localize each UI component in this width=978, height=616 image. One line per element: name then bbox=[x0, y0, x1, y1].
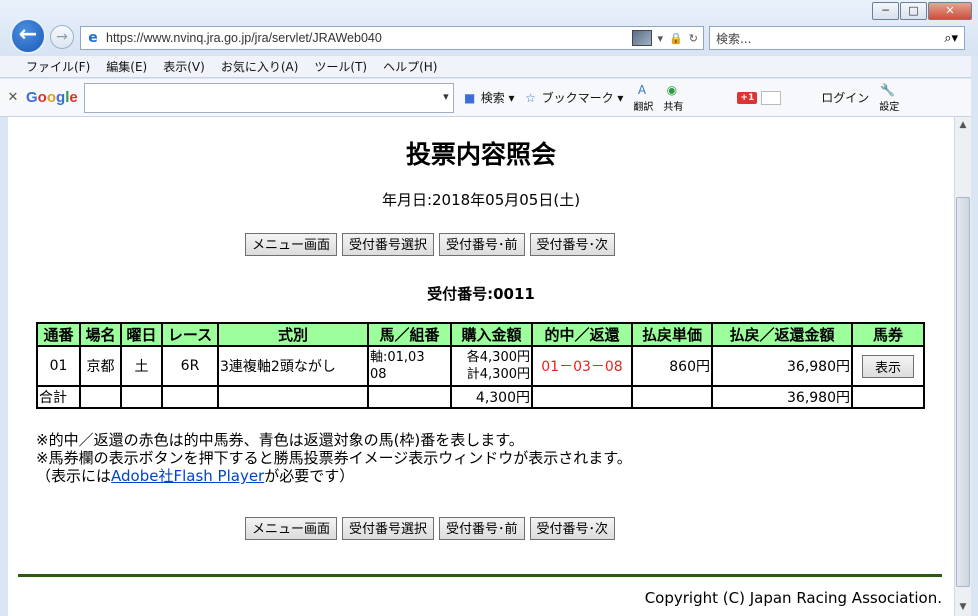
copyright: Copyright (C) Japan Racing Association. bbox=[644, 589, 942, 607]
cell-payout: 36,980円 bbox=[711, 345, 853, 387]
flash-note: （表示にはAdobe社Flash Playerが必要です） bbox=[36, 467, 355, 485]
menu-view[interactable]: 表示(V) bbox=[163, 58, 205, 75]
receipt-select-button[interactable]: 受付番号選択 bbox=[342, 233, 435, 256]
lock-icon[interactable]: 🔒 bbox=[669, 32, 683, 45]
settings-button[interactable]: 🔧 設定 bbox=[879, 82, 899, 113]
note-line: ※馬券欄の表示ボタンを押下すると勝馬投票券イメージ表示ウィンドウが表示されます。 bbox=[36, 449, 632, 467]
col-header: 通番 bbox=[36, 322, 81, 347]
menu-favorites[interactable]: お気に入り(A) bbox=[221, 58, 299, 75]
top-button-row: メニュー画面 受付番号選択 受付番号･前 受付番号･次 bbox=[245, 233, 620, 256]
menu-edit[interactable]: 編集(E) bbox=[106, 58, 147, 75]
page-title: 投票内容照会 bbox=[405, 140, 556, 169]
col-header: 購入金額 bbox=[450, 322, 533, 347]
col-header: 馬／組番 bbox=[367, 322, 452, 347]
google-logo: Google bbox=[26, 89, 78, 106]
wrench-icon: 🔧 bbox=[880, 83, 896, 97]
maximize-button[interactable]: □ bbox=[900, 2, 927, 20]
table-header-row: 通番 場名 曜日 レース 式別 馬／組番 購入金額 的中／返還 払戻単価 払戻／… bbox=[36, 322, 925, 347]
receipt-number: 受付番号:0011 bbox=[427, 285, 535, 303]
receipt-next-button[interactable]: 受付番号･次 bbox=[529, 517, 616, 540]
cell-unit-payout: 860円 bbox=[631, 345, 713, 387]
col-header: レース bbox=[161, 322, 219, 347]
site-thumbnail-icon bbox=[631, 30, 652, 46]
browser-titlebar: ─ □ ✕ ← → e https://www.nvinq.jra.go.jp/… bbox=[0, 0, 978, 56]
menu-tools[interactable]: ツール(T) bbox=[314, 58, 367, 75]
google-toolbar: ✕ Google ■ 検索 ▾ ☆ ブックマーク ▾ A 翻訳 ◉ 共有 +1 … bbox=[0, 79, 978, 117]
col-header: 馬券 bbox=[851, 322, 925, 347]
scroll-up-arrow-icon[interactable]: ▲ bbox=[955, 117, 971, 134]
star-icon: ☆ bbox=[525, 90, 536, 105]
receipt-select-button[interactable]: 受付番号選択 bbox=[342, 517, 435, 540]
search-placeholder: 検索... bbox=[716, 31, 752, 46]
menu-file[interactable]: ファイル(F) bbox=[26, 58, 90, 75]
cell-venue: 京都 bbox=[79, 345, 122, 387]
cell-race: 6R bbox=[161, 345, 219, 387]
show-ticket-button[interactable]: 表示 bbox=[861, 354, 914, 378]
window-controls: ─ □ ✕ bbox=[871, 2, 972, 20]
google-search-button[interactable]: ■ 検索 ▾ bbox=[462, 89, 515, 106]
total-payout: 36,980円 bbox=[711, 385, 853, 409]
scroll-down-arrow-icon[interactable]: ▼ bbox=[955, 599, 971, 616]
col-header: 場名 bbox=[79, 322, 122, 347]
receipt-prev-button[interactable]: 受付番号･前 bbox=[439, 517, 525, 540]
forward-button[interactable]: → bbox=[50, 25, 74, 49]
minimize-button[interactable]: ─ bbox=[872, 2, 899, 20]
menu-screen-button[interactable]: メニュー画面 bbox=[245, 233, 338, 256]
menu-help[interactable]: ヘルプ(H) bbox=[383, 58, 437, 75]
menu-screen-button[interactable]: メニュー画面 bbox=[245, 517, 338, 540]
share-icon: ◉ bbox=[666, 83, 678, 97]
receipt-next-button[interactable]: 受付番号･次 bbox=[529, 233, 616, 256]
menu-bar: ファイル(F) 編集(E) 表示(V) お気に入り(A) ツール(T) ヘルプ(… bbox=[0, 56, 978, 78]
refresh-icon[interactable]: ↻ bbox=[689, 32, 698, 45]
address-bar[interactable]: e https://www.nvinq.jra.go.jp/jra/servle… bbox=[80, 26, 704, 50]
browser-search-box[interactable]: 検索... ⌕▾ bbox=[709, 26, 965, 50]
back-button[interactable]: ← bbox=[10, 18, 46, 54]
cell-bet-type: 3連複軸2頭ながし bbox=[217, 345, 369, 387]
notes: ※的中／返還の赤色は的中馬券、青色は返還対象の馬(枠)番を表します。 ※馬券欄の… bbox=[36, 431, 632, 485]
search-icon[interactable]: ⌕▾ bbox=[944, 31, 958, 46]
col-header: 払戻単価 bbox=[631, 322, 713, 347]
cell-combination: 軸:01,03 08 bbox=[367, 345, 452, 387]
cell-hit: 01－03－08 bbox=[531, 345, 633, 387]
scroll-thumb[interactable] bbox=[956, 197, 970, 587]
table-row: 01 京都 土 6R 3連複軸2頭ながし 軸:01,03 08 各4,300円 … bbox=[36, 345, 925, 387]
bottom-button-row: メニュー画面 受付番号選択 受付番号･前 受付番号･次 bbox=[245, 517, 620, 540]
col-header: 式別 bbox=[217, 322, 369, 347]
translate-icon: A bbox=[637, 83, 647, 97]
footer-divider bbox=[18, 574, 942, 577]
receipt-prev-button[interactable]: 受付番号･前 bbox=[439, 233, 525, 256]
login-link[interactable]: ログイン bbox=[821, 89, 869, 106]
note-line: ※的中／返還の赤色は的中馬券、青色は返還対象の馬(枠)番を表します。 bbox=[36, 431, 524, 449]
close-window-button[interactable]: ✕ bbox=[928, 2, 972, 20]
cell-no: 01 bbox=[36, 345, 81, 387]
cell-day: 土 bbox=[120, 345, 163, 387]
dropdown-icon[interactable]: ▾ bbox=[658, 32, 664, 45]
share-button[interactable]: ◉ 共有 bbox=[663, 82, 683, 113]
translate-button[interactable]: A 翻訳 bbox=[633, 82, 653, 113]
bet-table: 通番 場名 曜日 レース 式別 馬／組番 購入金額 的中／返還 払戻単価 払戻／… bbox=[36, 322, 925, 409]
total-amount: 4,300円 bbox=[450, 385, 533, 409]
gplus-button[interactable]: +1 bbox=[737, 90, 782, 105]
address-url[interactable]: https://www.nvinq.jra.go.jp/jra/servlet/… bbox=[106, 31, 626, 45]
toolbar-close-icon[interactable]: ✕ bbox=[0, 90, 26, 105]
cell-ticket: 表示 bbox=[851, 345, 925, 387]
col-header: 払戻／返還金額 bbox=[711, 322, 853, 347]
page-viewport: 投票内容照会 年月日:2018年05月05日(土) メニュー画面 受付番号選択 … bbox=[8, 117, 954, 616]
google-search-icon: ■ bbox=[464, 90, 476, 105]
flash-player-link[interactable]: Adobe社Flash Player bbox=[111, 467, 264, 485]
google-search-input[interactable] bbox=[83, 82, 454, 113]
table-total-row: 合計 4,300円 36,980円 bbox=[36, 385, 925, 409]
col-header: 的中／返還 bbox=[531, 322, 633, 347]
total-label: 合計 bbox=[36, 385, 81, 409]
date-line: 年月日:2018年05月05日(土) bbox=[381, 191, 581, 209]
vertical-scrollbar[interactable]: ▲ ▼ bbox=[954, 117, 971, 616]
bookmark-button[interactable]: ☆ ブックマーク ▾ bbox=[523, 89, 623, 106]
col-header: 曜日 bbox=[120, 322, 163, 347]
ie-page-icon: e bbox=[88, 30, 98, 46]
cell-amount: 各4,300円 計4,300円 bbox=[450, 345, 533, 387]
